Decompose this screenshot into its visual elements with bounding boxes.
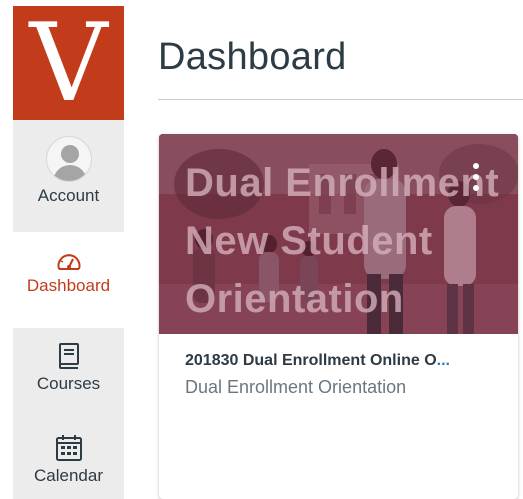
avatar-icon [45,136,92,182]
logo-letter: V [29,1,108,126]
title-divider [158,99,523,100]
title-ellipsis: ... [436,352,450,369]
calendar-icon [55,435,82,461]
course-card-body: 201830 Dual Enrollment Online O... Dual … [159,334,518,398]
hero-text-line: Dual Enrollment [185,161,500,205]
course-card-hero-text: Dual Enrollment New Student Orientation [185,154,500,328]
book-icon [58,343,79,369]
hero-text-line: Orientation [185,277,404,321]
nav-item-dashboard[interactable]: Dashboard [13,232,124,328]
kebab-menu-icon[interactable] [469,159,483,195]
nav-item-courses[interactable]: Courses [13,332,124,422]
nav-label-dashboard: Dashboard [26,276,111,295]
nav-label-courses: Courses [36,374,101,393]
nav-item-calendar[interactable]: Calendar [13,426,124,499]
nav-label-account: Account [37,186,100,205]
course-card-title[interactable]: 201830 Dual Enrollment Online O... [185,352,492,370]
global-navigation: V Account Dashboard Courses Calendar [13,6,124,499]
hero-text-line: New Student [185,219,433,263]
dashboard-gauge-icon [57,254,80,270]
course-card-hero[interactable]: Dual Enrollment New Student Orientation [159,134,518,334]
brand-logo[interactable]: V [13,6,124,120]
nav-label-calendar: Calendar [34,466,103,485]
course-card-title-text: 201830 Dual Enrollment Online O [185,352,437,369]
page-title: Dashboard [158,36,347,78]
course-card[interactable]: Dual Enrollment New Student Orientation … [159,134,518,499]
course-card-subtitle: Dual Enrollment Orientation [185,377,407,397]
nav-item-account[interactable]: Account [13,132,124,232]
